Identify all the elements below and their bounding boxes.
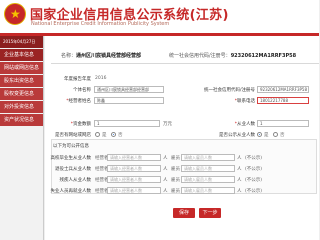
employee-count-input[interactable]: 请输入雇员人数 xyxy=(181,176,235,183)
employee-count-input[interactable]: 请输入雇员人数 xyxy=(181,187,235,194)
year-label: 年度报告年度 xyxy=(64,77,91,82)
website-yes-radio[interactable] xyxy=(95,132,100,137)
company-label: 个体名称 xyxy=(73,88,91,93)
employee-count-unit: 人 xyxy=(237,189,242,194)
next-button[interactable]: 下一步 xyxy=(199,208,221,218)
employee-count-unit: 人 xyxy=(237,156,242,161)
operator-input[interactable]: 陈鑫 xyxy=(94,97,164,104)
employees-input[interactable]: 1 xyxy=(257,120,309,127)
employee-count-input[interactable]: 请输入雇员人数 xyxy=(181,165,235,172)
company-name: 通州区川宸锁具经营部经营部 xyxy=(76,53,142,59)
company-name-field: 通州区川宸锁具经营部经营部 xyxy=(94,86,164,93)
operator-count-input[interactable]: 请输入经营者人数 xyxy=(107,176,161,183)
section-row-label: 退役士兵从业人数 xyxy=(55,167,91,172)
employee-count-label: 雇员 xyxy=(171,178,180,183)
website-no-label: 否 xyxy=(118,133,123,138)
year-value: 2016 xyxy=(95,76,107,81)
operator-count-input[interactable]: 请输入经营者人数 xyxy=(107,187,161,194)
employee-count-label: 雇员 xyxy=(171,156,180,161)
section-row-label: 失业人员再就业人数 xyxy=(50,189,92,194)
sidebar: 2015年04月27日 企业基本信息 网站或网店信息 股东出资信息 股权变更信息… xyxy=(0,36,44,240)
save-button[interactable]: 保存 xyxy=(173,208,195,218)
operator-label: *经营者姓名 xyxy=(66,99,91,104)
employee-count-input[interactable]: 请输入雇员人数 xyxy=(181,154,235,161)
section-title: 以下为可公开信息 xyxy=(53,144,89,149)
employee-count-unit: 人 xyxy=(237,167,242,172)
public-yes-label: 是 xyxy=(264,133,269,138)
company-code: 92320612MA1RRF3P58 xyxy=(230,53,297,59)
not-public-note: (不公示) xyxy=(245,156,263,161)
section-row-label: 残疾人从业人数 xyxy=(59,178,92,183)
capital-label: *资金数额 xyxy=(70,122,91,127)
operator-count-unit: 人 xyxy=(163,167,168,172)
not-public-note: (不公示) xyxy=(245,178,263,183)
phone-input[interactable]: 18012217788 xyxy=(257,97,309,104)
employee-count-label: 雇员 xyxy=(171,167,180,172)
sidebar-date: 2015年04月27日 xyxy=(0,36,43,48)
site-header: 国家企业信用信息公示系统(江苏) National Enterprise Cre… xyxy=(0,0,319,36)
sidebar-item-website[interactable]: 网站或网店信息 xyxy=(0,62,43,74)
public-employees-label: 是否公示从业人数 xyxy=(219,133,255,138)
national-emblem-icon xyxy=(4,3,26,25)
public-yes-radio[interactable] xyxy=(257,132,262,137)
company-title-bar: 名称：通州区川宸锁具经营部经营部 统一社会信用代码/注册号：92320612MA… xyxy=(51,50,319,64)
employees-label: *从业人数 xyxy=(234,122,255,127)
not-public-note: (不公示) xyxy=(245,167,263,172)
code-label: 统一社会信用代码/注册号： xyxy=(169,53,231,59)
not-public-note: (不公示) xyxy=(245,189,263,194)
uscc-label: 统一社会信用代码/注册号 xyxy=(203,88,255,93)
website-yes-label: 是 xyxy=(102,133,107,138)
sidebar-item-shareholder[interactable]: 股东出资信息 xyxy=(0,75,43,87)
capital-unit: 万元 xyxy=(163,122,172,127)
sidebar-item-investment[interactable]: 对外投资信息 xyxy=(0,101,43,113)
website-no-radio[interactable] xyxy=(111,132,116,137)
phone-label: *联系电话 xyxy=(234,99,255,104)
site-subtitle: National Enterprise Credit Information P… xyxy=(31,21,170,27)
main-panel: 名称：通州区川宸锁具经营部经营部 统一社会信用代码/注册号：92320612MA… xyxy=(45,36,319,240)
name-label: 名称： xyxy=(61,53,77,59)
uscc-field: 92320612MA1RRF3P58 xyxy=(257,86,309,93)
capital-input[interactable]: 1 xyxy=(94,120,160,127)
section-row-label: 高校毕业生从业人数 xyxy=(50,156,92,161)
operator-count-unit: 人 xyxy=(163,178,168,183)
operator-count-input[interactable]: 请输入经营者人数 xyxy=(107,154,161,161)
public-no-label: 否 xyxy=(280,133,285,138)
sidebar-item-equity-change[interactable]: 股权变更信息 xyxy=(0,88,43,100)
operator-count-unit: 人 xyxy=(163,156,168,161)
operator-count-input[interactable]: 请输入经营者人数 xyxy=(107,165,161,172)
operator-count-unit: 人 xyxy=(163,189,168,194)
employee-count-unit: 人 xyxy=(237,178,242,183)
website-label: 是否有网站或网店 xyxy=(55,133,91,138)
sidebar-item-assets[interactable]: 资产状况信息 xyxy=(0,114,43,126)
sidebar-item-basic-info[interactable]: 企业基本信息 xyxy=(0,49,43,61)
employee-count-label: 雇员 xyxy=(171,189,180,194)
public-no-radio[interactable] xyxy=(273,132,278,137)
